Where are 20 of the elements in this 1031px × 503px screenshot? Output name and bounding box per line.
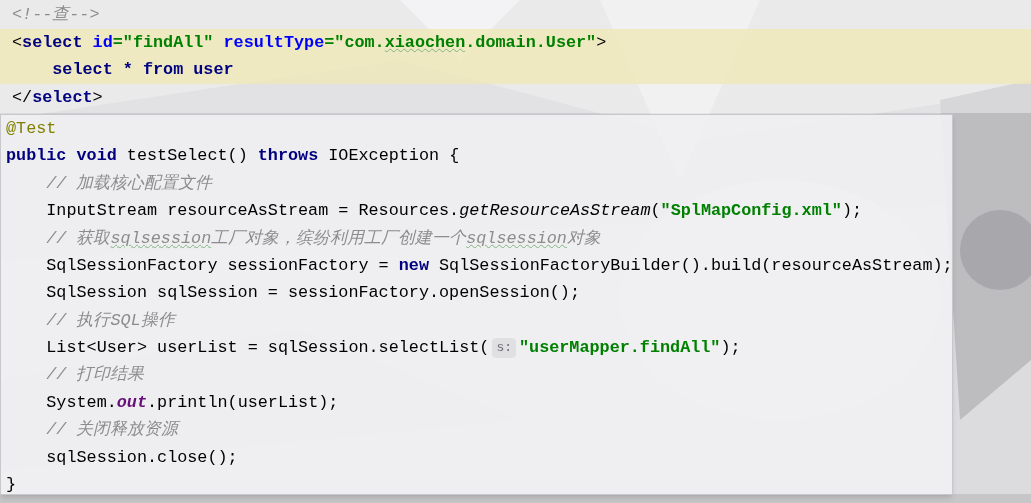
code-text: "userMapper.findAll");	[519, 337, 741, 360]
code-text: List<User> userList = sqlSession.selectList(	[45, 337, 490, 360]
code-text: InputStream resourceAsStream = Resources.getResourceAsStream("SplMapConfig.xml");	[45, 200, 863, 223]
code-text: // 获取sqlsession工厂对象，缤纷利用工厂创建一个sqlsession对象	[45, 227, 601, 250]
code-text: // 加载核心配置文件	[45, 172, 213, 195]
code-text: <select id="findAll" resultType="com.xiaochen.domain.User">	[12, 31, 607, 54]
code-text: @Test	[6, 117, 57, 140]
code-text: // 打印结果	[45, 364, 145, 387]
code-text: public void testSelect() throws IOException {	[6, 145, 460, 168]
code-text: <!--查-->	[12, 4, 100, 26]
code-text: </select>	[12, 86, 103, 109]
parameter-hint: s:	[492, 337, 516, 358]
code-text: // 关闭释放资源	[45, 419, 179, 442]
code-text: SqlSession sqlSession = sessionFactory.openSession();	[45, 282, 580, 305]
code-text: System.out.println(userList);	[45, 391, 339, 414]
code-text: sqlSession.close();	[45, 446, 238, 469]
code-text: // 执行SQL操作	[45, 309, 175, 332]
code-text: select * from user	[51, 59, 234, 81]
code-text: }	[6, 474, 17, 497]
code-text: SqlSessionFactory sessionFactory = new SqlSessionFactoryBuilder().build(resourceAsStream);	[45, 254, 953, 277]
